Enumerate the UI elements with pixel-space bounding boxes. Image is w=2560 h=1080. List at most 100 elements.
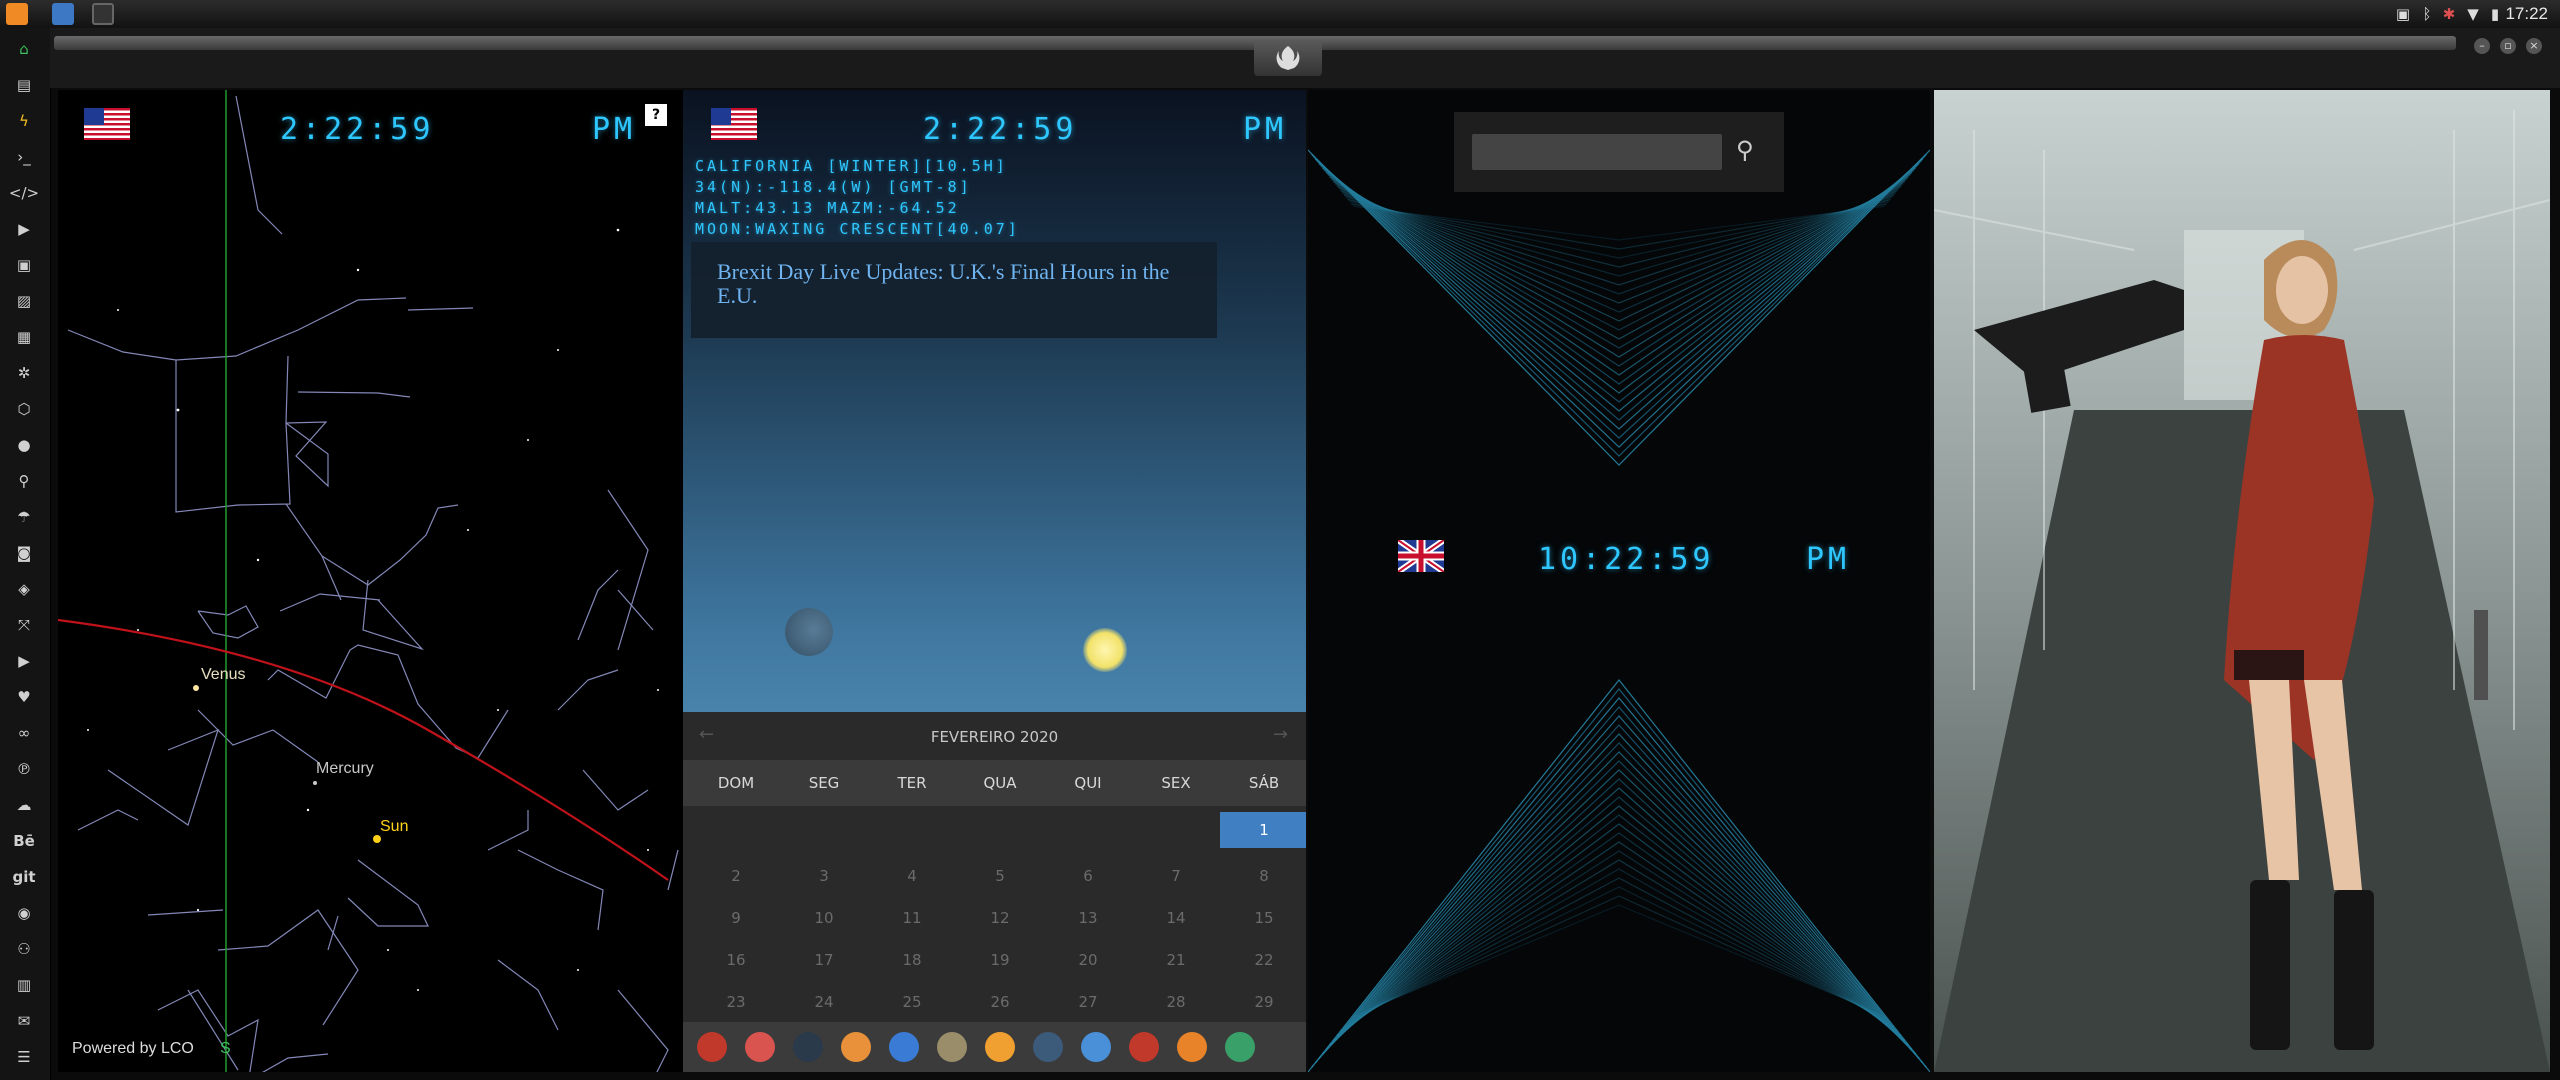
contact-icon[interactable]: ◙ [13,542,35,564]
sun-label: Sun [380,818,409,835]
news-headline-card[interactable]: Brexit Day Live Updates: U.K.'s Final Ho… [691,242,1217,338]
calendar-day[interactable]: 9 [692,900,780,936]
calendar-day[interactable]: 10 [780,900,868,936]
search-icon[interactable]: ⚲ [1736,136,1766,166]
map-icon[interactable]: ▥ [13,974,35,996]
calendar-day[interactable]: 1 [1220,812,1306,848]
cloud-icon[interactable]: ☁ [13,794,35,816]
chevron-pattern [1308,149,1930,1072]
search-input[interactable] [1472,134,1722,170]
calendar-day[interactable]: 29 [1220,984,1306,1020]
media-icon[interactable]: ▣ [13,254,35,276]
menu-icon[interactable]: ☰ [13,1046,35,1068]
git-icon[interactable]: ◈ [13,578,35,600]
calendar-day[interactable]: 14 [1132,900,1220,936]
close-icon[interactable]: × [2526,38,2542,54]
calendar-day[interactable]: 5 [956,858,1044,894]
calendar-day[interactable]: 13 [1044,900,1132,936]
us-flag-icon [711,108,757,140]
bolt-icon[interactable]: ϟ [13,110,35,132]
calendar-day[interactable]: 26 [956,984,1044,1020]
globe-icon[interactable]: ● [13,434,35,456]
calendar-day[interactable]: 3 [780,858,868,894]
globe-icon[interactable] [1081,1032,1111,1062]
minimize-icon[interactable]: – [2474,38,2490,54]
youtube-icon[interactable]: ▶ [13,650,35,672]
translate-icon[interactable] [889,1032,919,1062]
planet-icon[interactable] [793,1032,823,1062]
terminal-icon[interactable]: ›_ [13,146,35,168]
sky-map-panel[interactable]: 2:22:59 PM ? Venus Mercury Sun S Powered… [58,90,683,1072]
play-icon[interactable]: ▶ [13,218,35,240]
chevron-line [1331,796,1907,1044]
behance-icon[interactable]: Bē [13,830,35,852]
bluetooth-icon[interactable]: ᛒ [2418,5,2436,23]
mail-icon[interactable]: ✉ [13,1010,35,1032]
document-icon[interactable]: ▤ [13,74,35,96]
search-icon[interactable] [985,1032,1015,1062]
star-chart [58,90,679,1072]
chevron-line [1318,163,1920,412]
news-headline[interactable]: Brexit Day Live Updates: U.K.'s Final Ho… [717,260,1197,308]
bug-icon[interactable]: ✱ [2440,5,2458,23]
heart-icon[interactable]: ♥ [13,686,35,708]
search-icon[interactable]: ⚲ [13,470,35,492]
umbrella-icon[interactable]: ☂ [13,506,35,528]
calendar-day[interactable]: 15 [1220,900,1306,936]
launcher-icon[interactable] [697,1032,727,1062]
calendar-title: FEVEREIRO 2020 [930,728,1059,746]
calendar-day[interactable]: 8 [1220,858,1306,894]
calendar-day[interactable]: 12 [956,900,1044,936]
terminal-icon[interactable] [92,3,114,25]
files-icon[interactable] [52,3,74,25]
hexagon-icon[interactable]: ⬡ [13,398,35,420]
calendar-day[interactable]: 28 [1132,984,1220,1020]
calendar-day[interactable]: 21 [1132,942,1220,978]
calendar-day[interactable]: 22 [1220,942,1306,978]
chevron-line [1308,679,1930,1072]
sublime-icon[interactable] [6,3,28,25]
hourglass-icon[interactable] [745,1032,775,1062]
calendar-day[interactable]: 27 [1044,984,1132,1020]
photos-icon[interactable] [841,1032,871,1062]
screenshot-icon[interactable]: ▣ [2394,5,2412,23]
calendar-day[interactable]: 11 [868,900,956,936]
credit-text[interactable]: Powered by LCO [72,1040,194,1058]
image-icon[interactable]: ▨ [13,290,35,312]
calendar-day[interactable]: 18 [868,942,956,978]
calendar-next-button[interactable]: → [1273,724,1288,745]
news-icon[interactable]: ▦ [13,326,35,348]
home-icon[interactable]: ⌂ [13,38,35,60]
battery-icon[interactable]: ▮ [2486,5,2504,23]
calendar-day[interactable]: 23 [692,984,780,1020]
info-line: CALIFORNIA [WINTER][10.5H] [695,157,1008,175]
code-icon[interactable]: </> [9,182,39,204]
calendar-day[interactable]: 4 [868,858,956,894]
calendar-icon[interactable] [1129,1032,1159,1062]
expand-icon[interactable]: ⤧ [13,614,35,636]
people-icon[interactable]: ⚇ [13,938,35,960]
calendar-day[interactable]: 24 [780,984,868,1020]
settings-icon[interactable]: ✲ [13,362,35,384]
yandex-icon[interactable] [1225,1032,1255,1062]
link-icon[interactable]: ∞ [13,722,35,744]
calendar-day[interactable]: 20 [1044,942,1132,978]
calendar-day[interactable]: 6 [1044,858,1132,894]
wifi-icon[interactable]: ▼ [2464,5,2482,23]
github-icon[interactable]: ◉ [13,902,35,924]
calendar-day[interactable]: 2 [692,858,780,894]
clock-icon[interactable] [1033,1032,1063,1062]
calendar-day[interactable]: 7 [1132,858,1220,894]
news-icon[interactable] [937,1032,967,1062]
calendar-day[interactable]: 16 [692,942,780,978]
calendar-day[interactable]: 17 [780,942,868,978]
calendar-weekday: SEG [808,774,840,792]
maximize-icon[interactable]: ▫ [2500,38,2516,54]
arrow-icon[interactable] [1177,1032,1207,1062]
chevron-line [1331,178,1907,349]
chevron-line [1323,169,1915,385]
pinterest-icon[interactable]: ℗ [13,758,35,780]
calendar-day[interactable]: 25 [868,984,956,1020]
calendar-day[interactable]: 19 [956,942,1044,978]
git-text-icon[interactable]: git [12,866,35,888]
